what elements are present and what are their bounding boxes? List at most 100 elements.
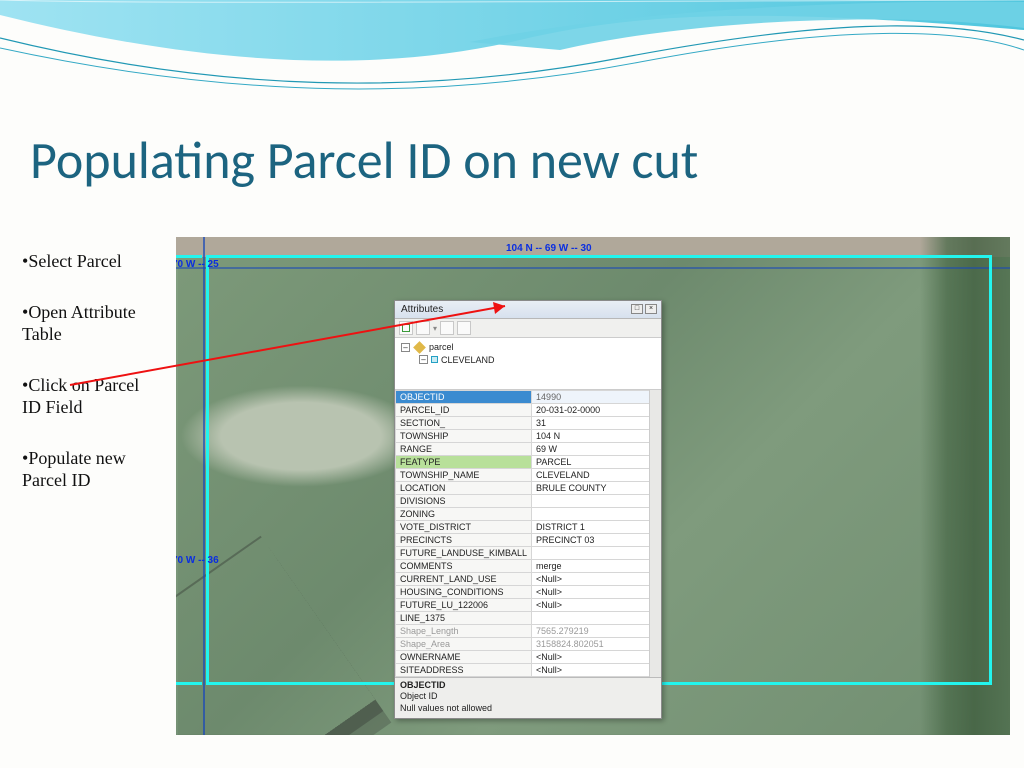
attribute-row[interactable]: LINE_1375 <box>396 612 661 625</box>
toolbar-layers-button[interactable] <box>399 321 413 335</box>
field-value-cell[interactable]: 14990 <box>532 391 661 404</box>
tree-feature-row[interactable]: – CLEVELAND <box>401 354 655 367</box>
bullet-2: •Open Attribute Table <box>22 301 162 346</box>
attribute-row[interactable]: FEATYPEPARCEL <box>396 456 661 469</box>
field-value-cell[interactable] <box>532 547 661 560</box>
feature-tree[interactable]: – parcel – CLEVELAND <box>395 338 661 390</box>
attribute-row[interactable]: PARCEL_ID20-031-02-0000 <box>396 404 661 417</box>
toolbar-sort-button[interactable] <box>416 321 430 335</box>
field-name-cell[interactable]: COMMENTS <box>396 560 532 573</box>
bullet-4: •Populate new Parcel ID <box>22 447 162 492</box>
attribute-row[interactable]: CURRENT_LAND_USE<Null> <box>396 573 661 586</box>
footer-field-note: Null values not allowed <box>400 703 656 714</box>
field-name-cell[interactable]: LOCATION <box>396 482 532 495</box>
field-name-cell[interactable]: FEATYPE <box>396 456 532 469</box>
slide-title: Populating Parcel ID on new cut <box>30 128 698 192</box>
attribute-row[interactable]: Shape_Length7565.279219 <box>396 625 661 638</box>
scrollbar[interactable] <box>649 390 661 677</box>
field-name-cell[interactable]: TOWNSHIP_NAME <box>396 469 532 482</box>
field-value-cell[interactable]: 3158824.802051 <box>532 638 661 651</box>
field-value-cell[interactable] <box>532 508 661 521</box>
attribute-row[interactable]: OBJECTID14990 <box>396 391 661 404</box>
field-value-cell[interactable]: CLEVELAND <box>532 469 661 482</box>
map-label-lower-left: 70 W -- 36 <box>176 555 219 566</box>
field-name-cell[interactable]: VOTE_DISTRICT <box>396 521 532 534</box>
field-value-cell[interactable]: PRECINCT 03 <box>532 534 661 547</box>
attribute-grid[interactable]: OBJECTID14990PARCEL_ID20-031-02-0000SECT… <box>395 390 661 677</box>
field-name-cell[interactable]: SECTION_ <box>396 417 532 430</box>
attribute-row[interactable]: RANGE69 W <box>396 443 661 456</box>
field-value-cell[interactable]: DISTRICT 1 <box>532 521 661 534</box>
attribute-row[interactable]: PRECINCTSPRECINCT 03 <box>396 534 661 547</box>
field-name-cell[interactable]: Shape_Area <box>396 638 532 651</box>
dialog-titlebar[interactable]: Attributes □ × <box>395 301 661 319</box>
field-value-cell[interactable]: <Null> <box>532 651 661 664</box>
field-value-cell[interactable]: <Null> <box>532 664 661 677</box>
attribute-row[interactable]: SECTION_31 <box>396 417 661 430</box>
map-label-upper-left: 70 W -- 25 <box>176 259 219 270</box>
field-value-cell[interactable] <box>532 612 661 625</box>
attribute-row[interactable]: COMMENTSmerge <box>396 560 661 573</box>
field-name-cell[interactable]: FUTURE_LU_122006 <box>396 599 532 612</box>
attribute-row[interactable]: VOTE_DISTRICTDISTRICT 1 <box>396 521 661 534</box>
map-label-top: 104 N -- 69 W -- 30 <box>506 243 592 254</box>
field-value-cell[interactable]: <Null> <box>532 573 661 586</box>
tree-collapse-icon[interactable]: – <box>419 355 428 364</box>
attribute-table[interactable]: OBJECTID14990PARCEL_ID20-031-02-0000SECT… <box>395 390 661 677</box>
field-value-cell[interactable]: merge <box>532 560 661 573</box>
field-name-cell[interactable]: HOUSING_CONDITIONS <box>396 586 532 599</box>
instruction-bullets: •Select Parcel •Open Attribute Table •Cl… <box>22 250 162 520</box>
field-name-cell[interactable]: Shape_Length <box>396 625 532 638</box>
field-name-cell[interactable]: FUTURE_LANDUSE_KIMBALL <box>396 547 532 560</box>
field-value-cell[interactable]: PARCEL <box>532 456 661 469</box>
attribute-row[interactable]: HOUSING_CONDITIONS<Null> <box>396 586 661 599</box>
field-value-cell[interactable]: <Null> <box>532 586 661 599</box>
field-value-cell[interactable]: 7565.279219 <box>532 625 661 638</box>
section-line-vertical <box>203 237 205 735</box>
field-name-cell[interactable]: TOWNSHIP <box>396 430 532 443</box>
attribute-row[interactable]: Shape_Area3158824.802051 <box>396 638 661 651</box>
attribute-row[interactable]: ZONING <box>396 508 661 521</box>
field-value-cell[interactable]: 31 <box>532 417 661 430</box>
dialog-footer: OBJECTID Object ID Null values not allow… <box>395 677 661 718</box>
attribute-row[interactable]: TOWNSHIP104 N <box>396 430 661 443</box>
field-name-cell[interactable]: PRECINCTS <box>396 534 532 547</box>
field-value-cell[interactable]: 69 W <box>532 443 661 456</box>
attributes-dialog[interactable]: Attributes □ × ▾ – parcel – CLEVELAND <box>394 300 662 719</box>
pin-button[interactable]: □ <box>631 304 643 314</box>
gis-screenshot: 104 N -- 69 W -- 30 70 W -- 25 70 W -- 3… <box>176 237 1010 735</box>
toolbar-options-button[interactable] <box>440 321 454 335</box>
attribute-row[interactable]: DIVISIONS <box>396 495 661 508</box>
field-name-cell[interactable]: LINE_1375 <box>396 612 532 625</box>
field-value-cell[interactable]: 20-031-02-0000 <box>532 404 661 417</box>
field-name-cell[interactable]: CURRENT_LAND_USE <box>396 573 532 586</box>
adjacent-parcel-outline <box>176 255 202 685</box>
field-name-cell[interactable]: OBJECTID <box>396 391 532 404</box>
field-value-cell[interactable]: <Null> <box>532 599 661 612</box>
slide-wave-decoration <box>0 0 1024 120</box>
tree-layer-row[interactable]: – parcel <box>401 341 655 354</box>
dialog-toolbar: ▾ <box>395 319 661 338</box>
bullet-3: •Click on Parcel ID Field <box>22 374 162 419</box>
attribute-row[interactable]: SITEADDRESS<Null> <box>396 664 661 677</box>
field-name-cell[interactable]: DIVISIONS <box>396 495 532 508</box>
field-name-cell[interactable]: OWNERNAME <box>396 651 532 664</box>
bullet-1: •Select Parcel <box>22 250 162 273</box>
field-value-cell[interactable]: 104 N <box>532 430 661 443</box>
attribute-row[interactable]: LOCATIONBRULE COUNTY <box>396 482 661 495</box>
tree-collapse-icon[interactable]: – <box>401 343 410 352</box>
attribute-row[interactable]: FUTURE_LU_122006<Null> <box>396 599 661 612</box>
field-name-cell[interactable]: ZONING <box>396 508 532 521</box>
toolbar-extra-button[interactable] <box>457 321 471 335</box>
field-name-cell[interactable]: SITEADDRESS <box>396 664 532 677</box>
field-name-cell[interactable]: PARCEL_ID <box>396 404 532 417</box>
attribute-row[interactable]: FUTURE_LANDUSE_KIMBALL <box>396 547 661 560</box>
attribute-row[interactable]: TOWNSHIP_NAMECLEVELAND <box>396 469 661 482</box>
footer-field-type: Object ID <box>400 691 656 702</box>
layer-icon <box>413 341 426 354</box>
field-value-cell[interactable]: BRULE COUNTY <box>532 482 661 495</box>
field-name-cell[interactable]: RANGE <box>396 443 532 456</box>
field-value-cell[interactable] <box>532 495 661 508</box>
close-button[interactable]: × <box>645 304 657 314</box>
attribute-row[interactable]: OWNERNAME<Null> <box>396 651 661 664</box>
